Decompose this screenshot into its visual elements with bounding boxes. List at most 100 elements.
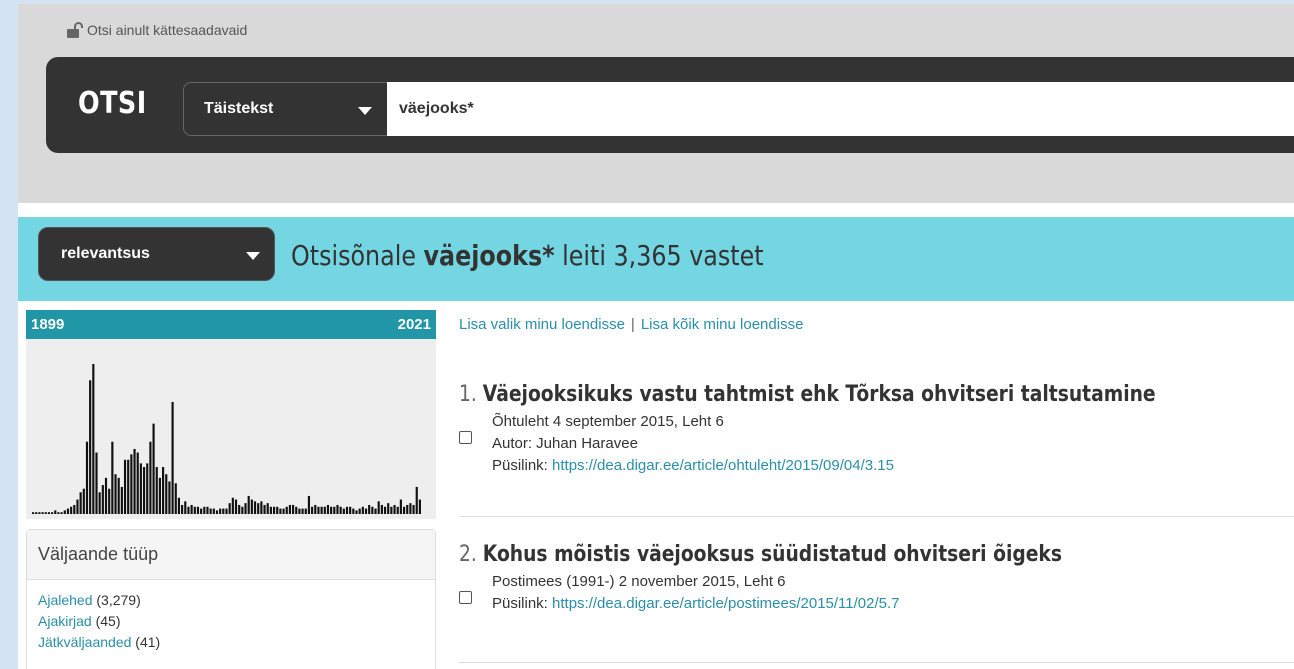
histogram-bar[interactable] [92, 364, 95, 514]
histogram-bar[interactable] [203, 506, 206, 514]
histogram-bar[interactable] [171, 401, 174, 514]
histogram-bar[interactable] [73, 504, 76, 514]
histogram-bar[interactable] [117, 477, 120, 514]
permalink-link[interactable]: https://dea.digar.ee/article/postimees/2… [552, 595, 899, 612]
histogram-bar[interactable] [212, 508, 215, 514]
histogram-bar[interactable] [32, 512, 35, 514]
histogram-bar[interactable] [238, 504, 241, 514]
histogram-bar[interactable] [317, 506, 320, 514]
histogram-bar[interactable] [63, 510, 66, 514]
histogram-bar[interactable] [266, 503, 269, 514]
result-checkbox[interactable] [459, 431, 472, 444]
histogram-bar[interactable] [123, 459, 127, 514]
histogram-bar[interactable] [114, 474, 117, 514]
permalink-link[interactable]: https://dea.digar.ee/article/ohtuleht/20… [552, 457, 894, 474]
histogram-bar[interactable] [285, 506, 288, 514]
histogram-bar[interactable] [162, 467, 165, 514]
histogram-bar[interactable] [139, 463, 142, 514]
histogram-bar[interactable] [38, 512, 41, 514]
histogram-bar[interactable] [320, 506, 323, 514]
histogram-bar[interactable] [127, 459, 130, 514]
histogram-bar[interactable] [326, 504, 330, 514]
histogram-bar[interactable] [342, 508, 345, 514]
facet-link-serials[interactable]: Jätkväljaanded [38, 634, 131, 650]
histogram-bar[interactable] [393, 504, 396, 514]
histogram-bar[interactable] [415, 486, 418, 514]
histogram-bar[interactable] [349, 506, 352, 514]
histogram-bar[interactable] [98, 492, 101, 514]
histogram-bar[interactable] [276, 506, 279, 514]
histogram-bar[interactable] [260, 501, 263, 514]
year-histogram[interactable]: 1899 2021 [26, 310, 436, 519]
histogram-bar[interactable] [225, 508, 228, 514]
histogram-bar[interactable] [307, 495, 311, 514]
histogram-bar[interactable] [406, 504, 409, 514]
histogram-bar[interactable] [187, 506, 190, 514]
histogram-bar[interactable] [247, 495, 250, 514]
histogram-bar[interactable] [146, 463, 149, 514]
histogram-bar[interactable] [301, 508, 304, 514]
histogram-bar[interactable] [152, 423, 155, 514]
histogram-bar[interactable] [396, 506, 399, 514]
search-type-select[interactable]: Täistekst [183, 82, 387, 136]
histogram-bar[interactable] [149, 441, 152, 514]
histogram-bar[interactable] [383, 506, 387, 514]
histogram-bar[interactable] [333, 506, 336, 514]
histogram-bar[interactable] [222, 508, 225, 514]
histogram-bar[interactable] [311, 506, 314, 514]
histogram-bar[interactable] [339, 506, 342, 514]
histogram-bar[interactable] [323, 506, 326, 514]
histogram-bar[interactable] [282, 508, 285, 514]
histogram-bar[interactable] [120, 486, 123, 514]
histogram-bar[interactable] [177, 497, 181, 514]
histogram-bar[interactable] [219, 508, 222, 514]
histogram-bar[interactable] [412, 504, 415, 514]
histogram-bar[interactable] [295, 506, 298, 514]
histogram-bar[interactable] [330, 506, 333, 514]
histogram-bar[interactable] [377, 501, 380, 514]
histogram-bar[interactable] [133, 448, 136, 514]
histogram-bar[interactable] [142, 467, 146, 514]
histogram-bar[interactable] [51, 512, 54, 514]
search-button[interactable]: OTSI [78, 86, 147, 121]
histogram-bar[interactable] [181, 504, 184, 514]
histogram-bar[interactable] [234, 499, 238, 514]
histogram-bar[interactable] [253, 501, 257, 514]
histogram-bar[interactable] [314, 504, 317, 514]
histogram-bar[interactable] [89, 380, 92, 514]
histogram-bar[interactable] [79, 492, 82, 514]
result-title[interactable]: 2. Kohus mõistis väejooksus süüdistatud … [459, 542, 1169, 567]
histogram-bar[interactable] [231, 497, 234, 514]
histogram-bar[interactable] [136, 452, 139, 514]
histogram-bar[interactable] [82, 488, 85, 514]
histogram-bar[interactable] [209, 508, 212, 514]
histogram-bar[interactable] [95, 452, 98, 514]
histogram-bar[interactable] [355, 510, 358, 514]
histogram-bar[interactable] [345, 506, 349, 514]
histogram-bar[interactable] [244, 503, 247, 514]
add-selected-link[interactable]: Lisa valik minu loendisse [459, 316, 625, 333]
result-title[interactable]: 1. Väejooksikuks vastu tahtmist ehk Tõrk… [459, 382, 1169, 407]
result-checkbox[interactable] [459, 591, 472, 604]
facet-link-newspapers[interactable]: Ajalehed [38, 592, 93, 608]
histogram-bar[interactable] [387, 503, 390, 514]
available-only-toggle[interactable]: Otsi ainult kättesaadavaid [66, 22, 247, 38]
histogram-bar[interactable] [35, 512, 38, 514]
histogram-bar[interactable] [108, 488, 111, 514]
histogram-bar[interactable] [399, 499, 402, 514]
histogram-bar[interactable] [41, 512, 44, 514]
histogram-bar[interactable] [174, 483, 177, 514]
histogram-bar[interactable] [190, 504, 193, 514]
histogram-bar[interactable] [241, 506, 244, 514]
histogram-bar[interactable] [409, 503, 412, 514]
histogram-bar[interactable] [374, 508, 377, 514]
histogram-bar[interactable] [66, 508, 70, 514]
histogram-bar[interactable] [228, 503, 231, 514]
histogram-bar[interactable] [111, 441, 114, 514]
histogram-bar[interactable] [368, 504, 371, 514]
histogram-bar[interactable] [200, 508, 203, 514]
histogram-bar[interactable] [279, 508, 282, 514]
histogram-bar[interactable] [193, 506, 196, 514]
histogram-bar[interactable] [402, 506, 406, 514]
histogram-bar[interactable] [165, 474, 168, 514]
